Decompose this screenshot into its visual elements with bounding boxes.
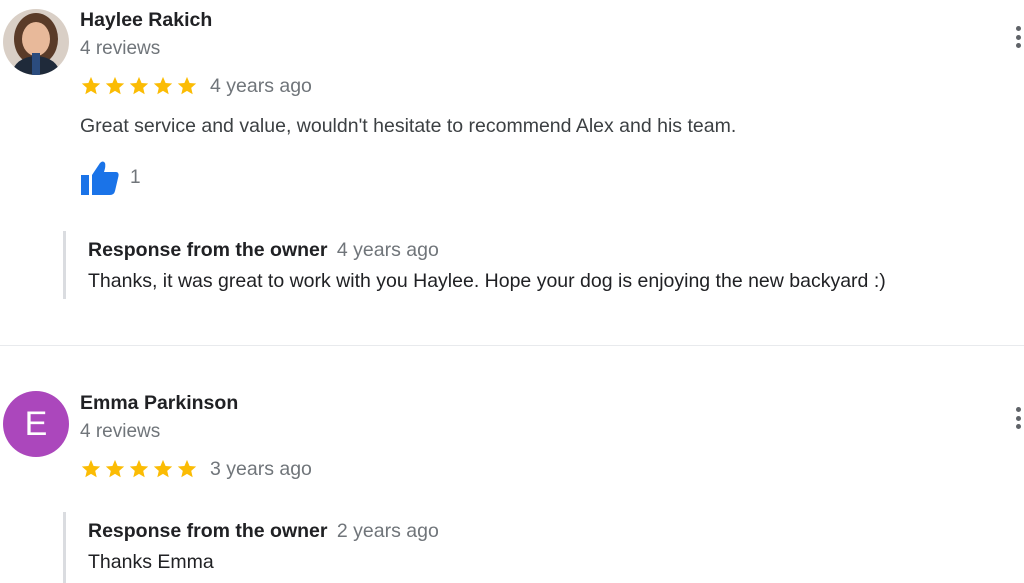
star-icon — [129, 76, 149, 95]
review-card: E Emma Parkinson 4 reviews 3 years ago R… — [0, 346, 1024, 583]
review-count: 4 reviews — [80, 38, 161, 59]
star-icon — [153, 76, 173, 95]
review-time: 4 years ago — [210, 74, 312, 97]
like-button[interactable]: 1 — [80, 160, 141, 196]
owner-response-text: Thanks, it was great to work with you Ha… — [88, 270, 886, 292]
star-icon — [105, 459, 125, 478]
thumb-up-icon — [81, 161, 119, 195]
like-count: 1 — [130, 167, 141, 188]
owner-response-time: 2 years ago — [336, 520, 439, 542]
avatar-letter: E — [24, 405, 48, 443]
owner-response-label: Response from the owner — [88, 239, 328, 261]
owner-response-time: 4 years ago — [336, 239, 439, 261]
star-icon — [81, 76, 101, 95]
reviewer-name[interactable]: Emma Parkinson — [80, 392, 238, 415]
owner-response-header: Response from the owner 4 years ago — [88, 239, 988, 262]
owner-response-label: Response from the owner — [88, 520, 328, 542]
star-icon — [153, 459, 173, 478]
owner-response-text: Thanks Emma — [88, 551, 214, 573]
more-vert-icon — [1015, 415, 1021, 421]
rating-row: 3 years ago — [80, 456, 312, 482]
owner-response-header: Response from the owner 2 years ago — [88, 520, 988, 543]
star-rating — [80, 75, 198, 97]
more-options-button[interactable] — [1012, 24, 1024, 50]
more-vert-icon — [1015, 34, 1021, 40]
reviewer-photo — [3, 9, 69, 75]
reviewer-name[interactable]: Haylee Rakich — [80, 9, 212, 32]
star-icon — [129, 459, 149, 478]
more-vert-icon — [1015, 43, 1021, 48]
more-options-button[interactable] — [1012, 405, 1024, 431]
review-time: 3 years ago — [210, 457, 312, 480]
owner-response: Response from the owner 4 years ago Than… — [63, 231, 988, 299]
owner-response: Response from the owner 2 years ago Than… — [63, 512, 988, 583]
rating-row: 4 years ago — [80, 73, 312, 99]
review-count: 4 reviews — [80, 421, 161, 442]
star-icon — [105, 76, 125, 95]
more-vert-icon — [1015, 407, 1021, 412]
avatar[interactable] — [3, 9, 69, 75]
star-rating — [80, 458, 198, 480]
star-icon — [177, 459, 197, 478]
avatar[interactable]: E — [3, 391, 69, 457]
review-text: Great service and value, wouldn't hesita… — [80, 115, 737, 137]
more-vert-icon — [1015, 26, 1021, 31]
star-icon — [177, 76, 197, 95]
star-icon — [81, 459, 101, 478]
review-card: Haylee Rakich 4 reviews 4 years ago Grea… — [0, 0, 1024, 345]
more-vert-icon — [1015, 424, 1021, 429]
